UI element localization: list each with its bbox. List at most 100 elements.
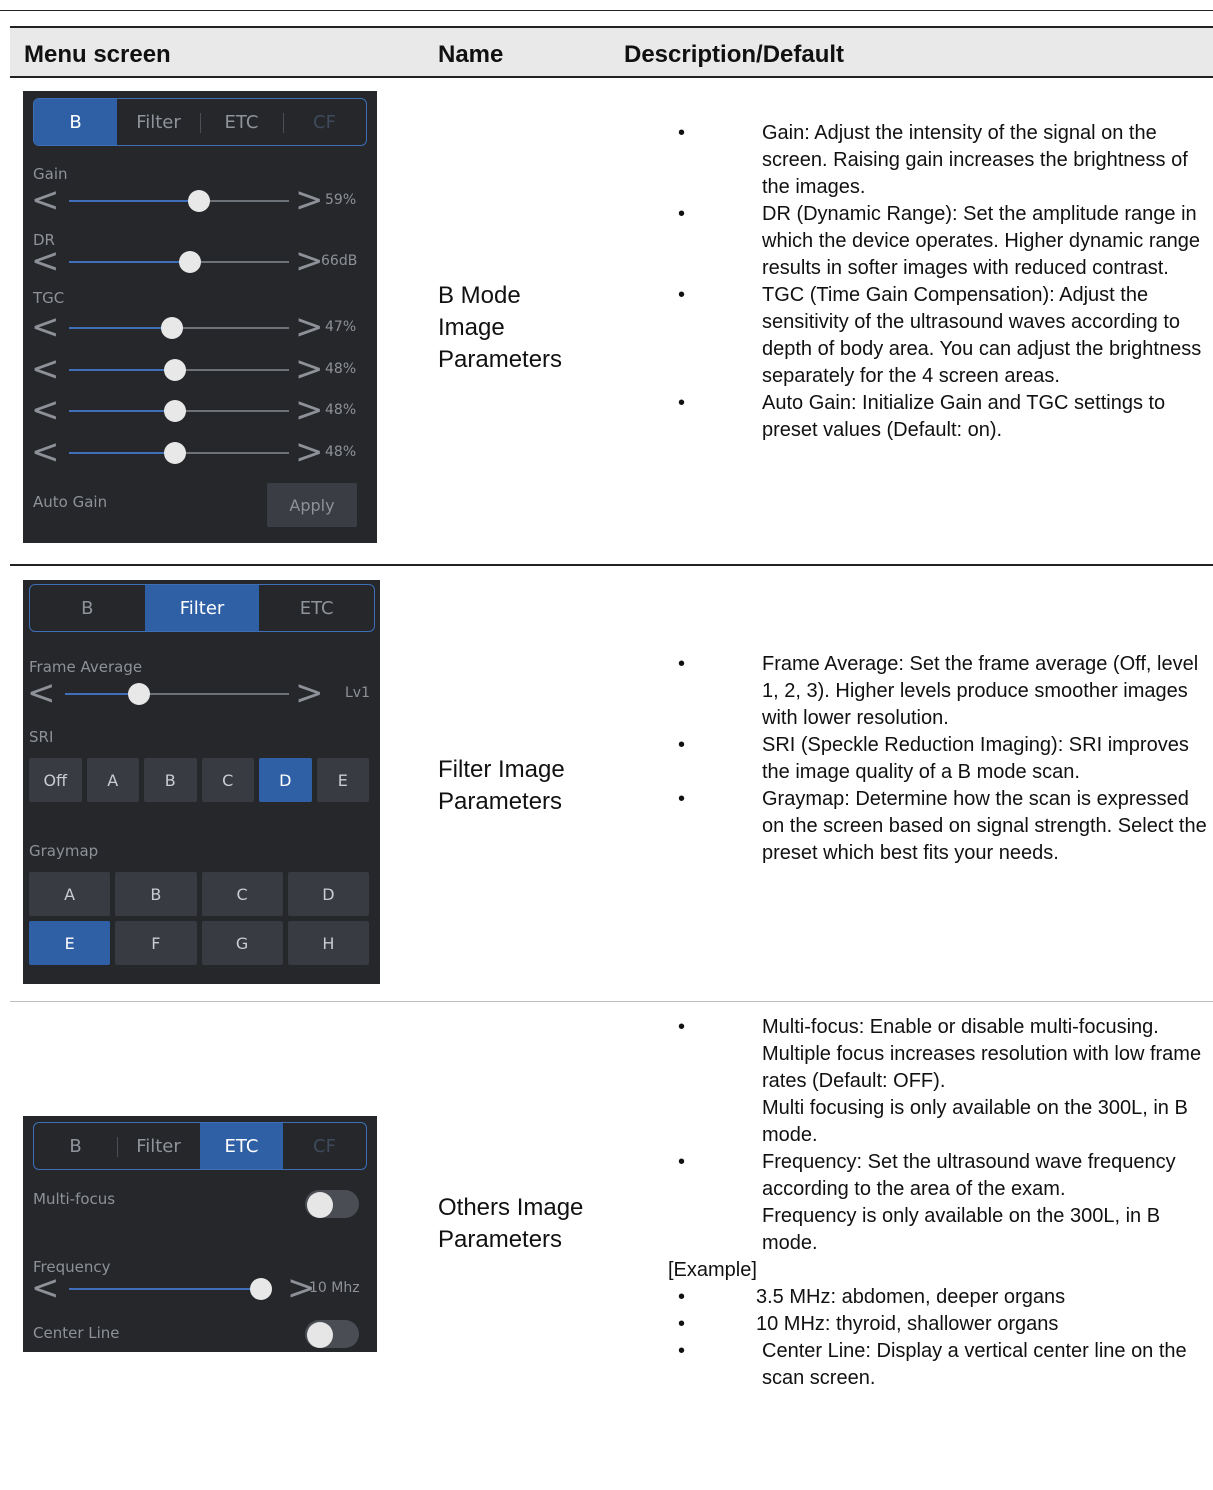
graymap-row-2: E F G H bbox=[29, 921, 369, 965]
name-line: Parameters bbox=[438, 1226, 563, 1253]
tgc-knob[interactable] bbox=[163, 359, 186, 381]
tab-etc[interactable]: ETC bbox=[200, 99, 283, 145]
tab-cf[interactable]: CF bbox=[283, 1123, 366, 1169]
chevron-left-icon[interactable]: < bbox=[31, 244, 60, 278]
tgc-slider-4[interactable]: < > 48% bbox=[31, 435, 369, 469]
sri-option-b[interactable]: B bbox=[144, 758, 197, 802]
sri-option-a[interactable]: A bbox=[86, 758, 139, 802]
frame-average-slider[interactable]: < > Lv1 bbox=[27, 676, 377, 710]
graymap-option-d[interactable]: D bbox=[287, 872, 369, 916]
list-item: DR (Dynamic Range): Set the amplitude ra… bbox=[670, 201, 1210, 282]
frequency-knob[interactable] bbox=[250, 1278, 272, 1300]
dr-track[interactable] bbox=[69, 251, 289, 273]
sri-option-e[interactable]: E bbox=[316, 758, 369, 802]
graymap-option-e[interactable]: E bbox=[29, 921, 111, 965]
graymap-option-h[interactable]: H bbox=[287, 921, 369, 965]
tgc-knob[interactable] bbox=[161, 317, 184, 339]
list-item: Frame Average: Set the frame average (Of… bbox=[670, 651, 1210, 732]
header-menu-screen: Menu screen bbox=[24, 41, 171, 68]
gain-knob[interactable] bbox=[187, 190, 210, 212]
tgc-track[interactable] bbox=[69, 359, 289, 381]
frequency-track[interactable] bbox=[69, 1278, 272, 1300]
tab-filter[interactable]: Filter bbox=[144, 585, 260, 631]
tgc-fill bbox=[69, 452, 175, 454]
chevron-right-icon[interactable]: > bbox=[295, 183, 324, 217]
sri-option-c[interactable]: C bbox=[201, 758, 254, 802]
chevron-left-icon[interactable]: < bbox=[31, 310, 60, 344]
graymap-option-f[interactable]: F bbox=[115, 921, 197, 965]
tgc-fill bbox=[69, 410, 175, 412]
frame-average-track[interactable] bbox=[65, 683, 289, 705]
sri-button-group: Off A B C D E bbox=[29, 758, 369, 802]
tgc-track[interactable] bbox=[69, 442, 289, 464]
frequency-slider[interactable]: < > 10 Mhz bbox=[31, 1271, 369, 1305]
chevron-left-icon[interactable]: < bbox=[31, 352, 60, 386]
chevron-left-icon[interactable]: < bbox=[31, 183, 60, 217]
name-line: Others Image bbox=[438, 1194, 584, 1221]
tgc-slider-1[interactable]: < > 47% bbox=[31, 310, 369, 344]
graymap-option-a[interactable]: A bbox=[29, 872, 111, 916]
graymap-option-g[interactable]: G bbox=[201, 921, 283, 965]
apply-button[interactable]: Apply bbox=[267, 483, 357, 527]
tab-cf[interactable]: CF bbox=[283, 99, 366, 145]
chevron-left-icon[interactable]: < bbox=[27, 676, 56, 710]
tab-b[interactable]: B bbox=[30, 585, 145, 631]
tab-etc[interactable]: ETC bbox=[200, 1123, 283, 1169]
center-line-label: Center Line bbox=[33, 1324, 120, 1342]
chevron-left-icon[interactable]: < bbox=[31, 1271, 60, 1305]
chevron-right-icon[interactable]: > bbox=[295, 352, 324, 386]
row-name-b-mode: B Mode Image Parameters bbox=[438, 280, 618, 376]
tgc-fill bbox=[69, 369, 175, 371]
multi-focus-toggle[interactable] bbox=[305, 1190, 359, 1218]
chevron-right-icon[interactable]: > bbox=[295, 310, 324, 344]
tgc-track[interactable] bbox=[69, 317, 289, 339]
list-item-note: Frequency is only available on the 300L,… bbox=[762, 1205, 1161, 1254]
dr-knob[interactable] bbox=[179, 251, 201, 273]
tgc-knob[interactable] bbox=[163, 400, 186, 422]
filter-tab-bar: B Filter ETC bbox=[29, 584, 375, 632]
toggle-knob bbox=[307, 1192, 333, 1218]
tgc-slider-2[interactable]: < > 48% bbox=[31, 352, 369, 386]
name-line: Filter Image bbox=[438, 756, 565, 783]
list-item: SRI (Speckle Reduction Imaging): SRI imp… bbox=[670, 732, 1210, 786]
row-name-others: Others Image Parameters bbox=[438, 1192, 618, 1256]
list-item: Frequency: Set the ultrasound wave frequ… bbox=[670, 1149, 1210, 1203]
chevron-left-icon[interactable]: < bbox=[31, 393, 60, 427]
tab-b[interactable]: B bbox=[34, 99, 117, 145]
frame-average-knob[interactable] bbox=[127, 683, 150, 705]
graymap-option-c[interactable]: C bbox=[201, 872, 283, 916]
gain-slider[interactable]: < > 59% bbox=[31, 183, 369, 217]
tab-etc[interactable]: ETC bbox=[259, 585, 374, 631]
center-line-toggle[interactable] bbox=[305, 1320, 359, 1348]
chevron-right-icon[interactable]: > bbox=[295, 435, 324, 469]
chevron-right-icon[interactable]: > bbox=[295, 676, 324, 710]
frame-average-value: Lv1 bbox=[345, 685, 370, 701]
name-line: Parameters bbox=[438, 346, 563, 373]
tab-b[interactable]: B bbox=[34, 1123, 117, 1169]
b-mode-tab-bar: B Filter ETC CF bbox=[33, 98, 367, 146]
example-item: 3.5 MHz: abdomen, deeper organs bbox=[670, 1284, 1210, 1311]
graymap-option-b[interactable]: B bbox=[115, 872, 197, 916]
dr-slider[interactable]: < > 66dB bbox=[31, 244, 369, 278]
list-item: TGC (Time Gain Compensation): Adjust the… bbox=[670, 282, 1210, 390]
tab-filter[interactable]: Filter bbox=[117, 99, 200, 145]
tgc-knob[interactable] bbox=[163, 442, 186, 464]
multi-focus-label: Multi-focus bbox=[33, 1190, 116, 1208]
gain-track[interactable] bbox=[69, 190, 289, 212]
gain-value: 59% bbox=[325, 192, 357, 208]
chevron-right-icon[interactable]: > bbox=[295, 393, 324, 427]
chevron-left-icon[interactable]: < bbox=[31, 435, 60, 469]
tab-filter[interactable]: Filter bbox=[117, 1123, 200, 1169]
tgc-slider-3[interactable]: < > 48% bbox=[31, 393, 369, 427]
chevron-right-icon[interactable]: > bbox=[295, 244, 324, 278]
row-name-filter: Filter Image Parameters bbox=[438, 754, 618, 818]
sri-option-off[interactable]: Off bbox=[29, 758, 82, 802]
list-item: Auto Gain: Initialize Gain and TGC setti… bbox=[670, 390, 1210, 444]
dr-fill bbox=[69, 261, 190, 263]
tgc-track[interactable] bbox=[69, 400, 289, 422]
dr-value: 66dB bbox=[321, 253, 358, 269]
name-line: Image bbox=[438, 314, 505, 341]
frequency-value: 10 Mhz bbox=[309, 1280, 360, 1296]
sri-option-d[interactable]: D bbox=[259, 758, 312, 802]
table-row-others: B Filter ETC CF Multi-focus Frequency < … bbox=[10, 1002, 1213, 1434]
